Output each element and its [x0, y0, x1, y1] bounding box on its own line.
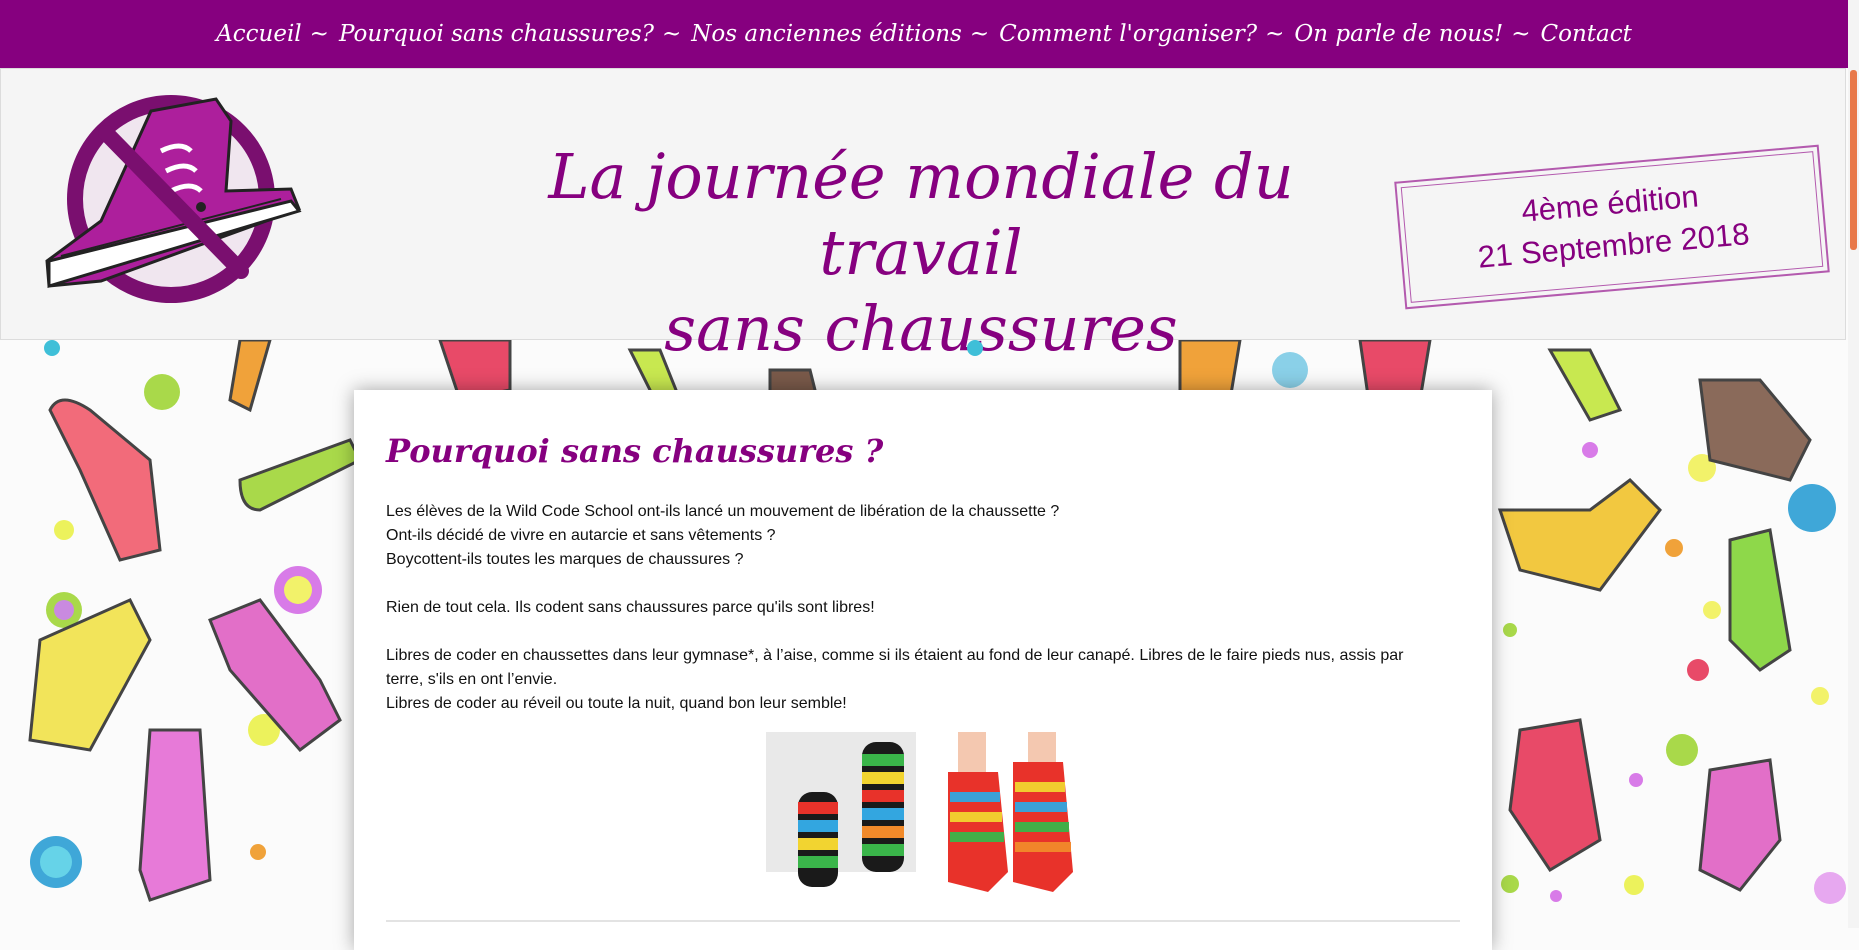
- nav-link-anciennes-editions[interactable]: Nos anciennes éditions: [691, 21, 962, 47]
- article-heading: Pourquoi sans chaussures ?: [386, 432, 884, 470]
- article-paragraph: Les élèves de la Wild Code School ont-il…: [386, 503, 1060, 520]
- nav-link-pourquoi[interactable]: Pourquoi sans chaussures?: [339, 21, 654, 47]
- article-body: Les élèves de la Wild Code School ont-il…: [386, 500, 1426, 716]
- site-header: La journée mondiale du travail sans chau…: [0, 68, 1846, 365]
- article-paragraph: Rien de tout cela. Ils codent sans chaus…: [386, 599, 875, 616]
- scrollbar-thumb[interactable]: [1850, 70, 1857, 250]
- article-paragraph: Libres de coder en chaussettes dans leur…: [386, 647, 1404, 688]
- nav-link-on-parle-de-nous[interactable]: On parle de nous!: [1294, 21, 1503, 47]
- nav-link-contact[interactable]: Contact: [1541, 21, 1632, 47]
- no-shoes-logo-icon[interactable]: [41, 81, 311, 311]
- page-scrollbar[interactable]: [1848, 0, 1859, 928]
- article-paragraph: Libres de coder au réveil ou toute la nu…: [386, 695, 847, 712]
- article-paragraph: Ont-ils décidé de vivre en autarcie et s…: [386, 527, 776, 544]
- site-title-line1: La journée mondiale du travail: [548, 140, 1294, 289]
- article-paragraph: Boycottent-ils toutes les marques de cha…: [386, 551, 744, 568]
- edition-number: 4ème édition: [1519, 178, 1700, 229]
- site-title: La journée mondiale du travail sans chau…: [441, 139, 1401, 367]
- top-navigation: Accueil ~ Pourquoi sans chaussures? ~ No…: [0, 0, 1848, 68]
- socks-photos: [766, 732, 1106, 898]
- nav-link-accueil[interactable]: Accueil: [216, 21, 302, 47]
- nav-separator: ~: [969, 21, 990, 47]
- nav-separator: ~: [309, 21, 329, 47]
- colorful-toe-socks-photo: [938, 732, 1078, 898]
- nav-separator: ~: [662, 21, 682, 47]
- nav-separator: ~: [1265, 21, 1285, 47]
- edition-date: 21 Septembre 2018: [1476, 216, 1751, 275]
- nav-link-organiser[interactable]: Comment l'organiser?: [999, 21, 1257, 47]
- content-card: Pourquoi sans chaussures ? Les élèves de…: [354, 390, 1492, 950]
- striped-toe-socks-photo: [766, 732, 916, 898]
- card-divider: [386, 920, 1460, 922]
- edition-stamp: 4ème édition 21 Septembre 2018: [1394, 144, 1830, 310]
- nav-separator: ~: [1511, 21, 1531, 47]
